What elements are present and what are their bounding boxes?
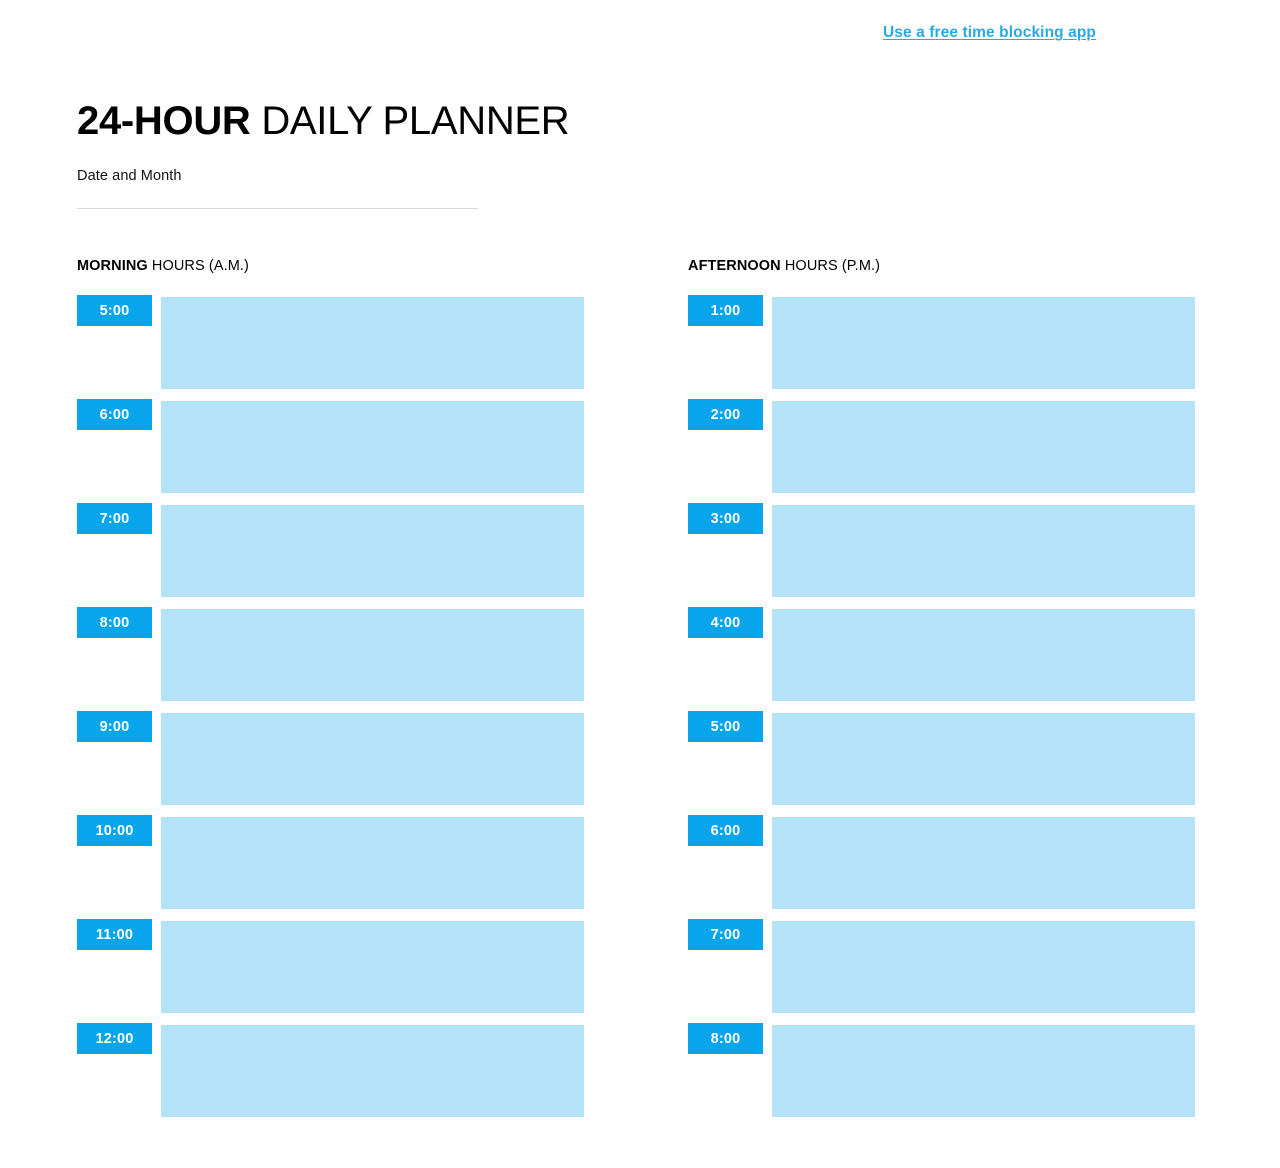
time-chip-pm-1[interactable]: 1:00 — [688, 295, 763, 326]
afternoon-column: AFTERNOON HOURS (P.M.) 1:00 2:00 3:00 4:… — [688, 256, 1195, 1127]
hour-row: 8:00 — [688, 1023, 1195, 1127]
page-title-strong: 24-HOUR — [77, 98, 251, 143]
time-chip-pm-6[interactable]: 6:00 — [688, 815, 763, 846]
time-chip-pm-2[interactable]: 2:00 — [688, 399, 763, 430]
time-chip-am-7[interactable]: 7:00 — [77, 503, 152, 534]
note-block-pm-6[interactable] — [772, 817, 1195, 909]
note-block-pm-7[interactable] — [772, 921, 1195, 1013]
note-block-pm-8[interactable] — [772, 1025, 1195, 1117]
note-block-pm-1[interactable] — [772, 297, 1195, 389]
promo-bar: Use a free time blocking app — [0, 0, 1280, 62]
note-block-am-10[interactable] — [161, 817, 584, 909]
time-chip-pm-8[interactable]: 8:00 — [688, 1023, 763, 1054]
note-block-pm-2[interactable] — [772, 401, 1195, 493]
date-and-month-rule — [77, 208, 478, 209]
hour-row: 5:00 — [77, 295, 584, 399]
hour-row: 6:00 — [688, 815, 1195, 919]
hour-row: 8:00 — [77, 607, 584, 711]
time-chip-pm-5[interactable]: 5:00 — [688, 711, 763, 742]
time-chip-am-12[interactable]: 12:00 — [77, 1023, 152, 1054]
time-chip-pm-3[interactable]: 3:00 — [688, 503, 763, 534]
note-block-pm-4[interactable] — [772, 609, 1195, 701]
morning-column: MORNING HOURS (A.M.) 5:00 6:00 7:00 8:00… — [77, 256, 584, 1127]
hour-row: 7:00 — [688, 919, 1195, 1023]
time-chip-pm-4[interactable]: 4:00 — [688, 607, 763, 638]
afternoon-column-heading: AFTERNOON HOURS (P.M.) — [688, 256, 880, 276]
page-title-rest: DAILY PLANNER — [250, 98, 570, 143]
note-block-pm-5[interactable] — [772, 713, 1195, 805]
time-chip-am-9[interactable]: 9:00 — [77, 711, 152, 742]
afternoon-heading-strong: AFTERNOON — [688, 258, 781, 274]
time-chip-am-8[interactable]: 8:00 — [77, 607, 152, 638]
time-chip-am-11[interactable]: 11:00 — [77, 919, 152, 950]
hour-row: 4:00 — [688, 607, 1195, 711]
hour-row: 11:00 — [77, 919, 584, 1023]
morning-column-heading: MORNING HOURS (A.M.) — [77, 256, 249, 276]
date-and-month-label: Date and Month — [77, 168, 182, 184]
time-chip-am-5[interactable]: 5:00 — [77, 295, 152, 326]
note-block-am-9[interactable] — [161, 713, 584, 805]
afternoon-heading-rest: HOURS (P.M.) — [780, 258, 881, 274]
hour-row: 5:00 — [688, 711, 1195, 815]
hour-row: 6:00 — [77, 399, 584, 503]
note-block-am-6[interactable] — [161, 401, 584, 493]
date-and-month-field[interactable]: Date and Month — [77, 166, 478, 209]
hour-row: 1:00 — [688, 295, 1195, 399]
hour-row: 7:00 — [77, 503, 584, 607]
time-chip-am-10[interactable]: 10:00 — [77, 815, 152, 846]
morning-heading-strong: MORNING — [77, 258, 148, 274]
note-block-am-7[interactable] — [161, 505, 584, 597]
note-block-am-5[interactable] — [161, 297, 584, 389]
morning-heading-rest: HOURS (A.M.) — [147, 258, 249, 274]
time-chip-pm-7[interactable]: 7:00 — [688, 919, 763, 950]
hour-row: 2:00 — [688, 399, 1195, 503]
note-block-am-8[interactable] — [161, 609, 584, 701]
hour-row: 12:00 — [77, 1023, 584, 1127]
hour-row: 3:00 — [688, 503, 1195, 607]
note-block-am-11[interactable] — [161, 921, 584, 1013]
hour-row: 9:00 — [77, 711, 584, 815]
time-chip-am-6[interactable]: 6:00 — [77, 399, 152, 430]
note-block-pm-3[interactable] — [772, 505, 1195, 597]
time-blocking-app-link[interactable]: Use a free time blocking app — [883, 24, 1096, 42]
page-title: 24-HOUR DAILY PLANNER — [77, 95, 570, 147]
hour-row: 10:00 — [77, 815, 584, 919]
note-block-am-12[interactable] — [161, 1025, 584, 1117]
